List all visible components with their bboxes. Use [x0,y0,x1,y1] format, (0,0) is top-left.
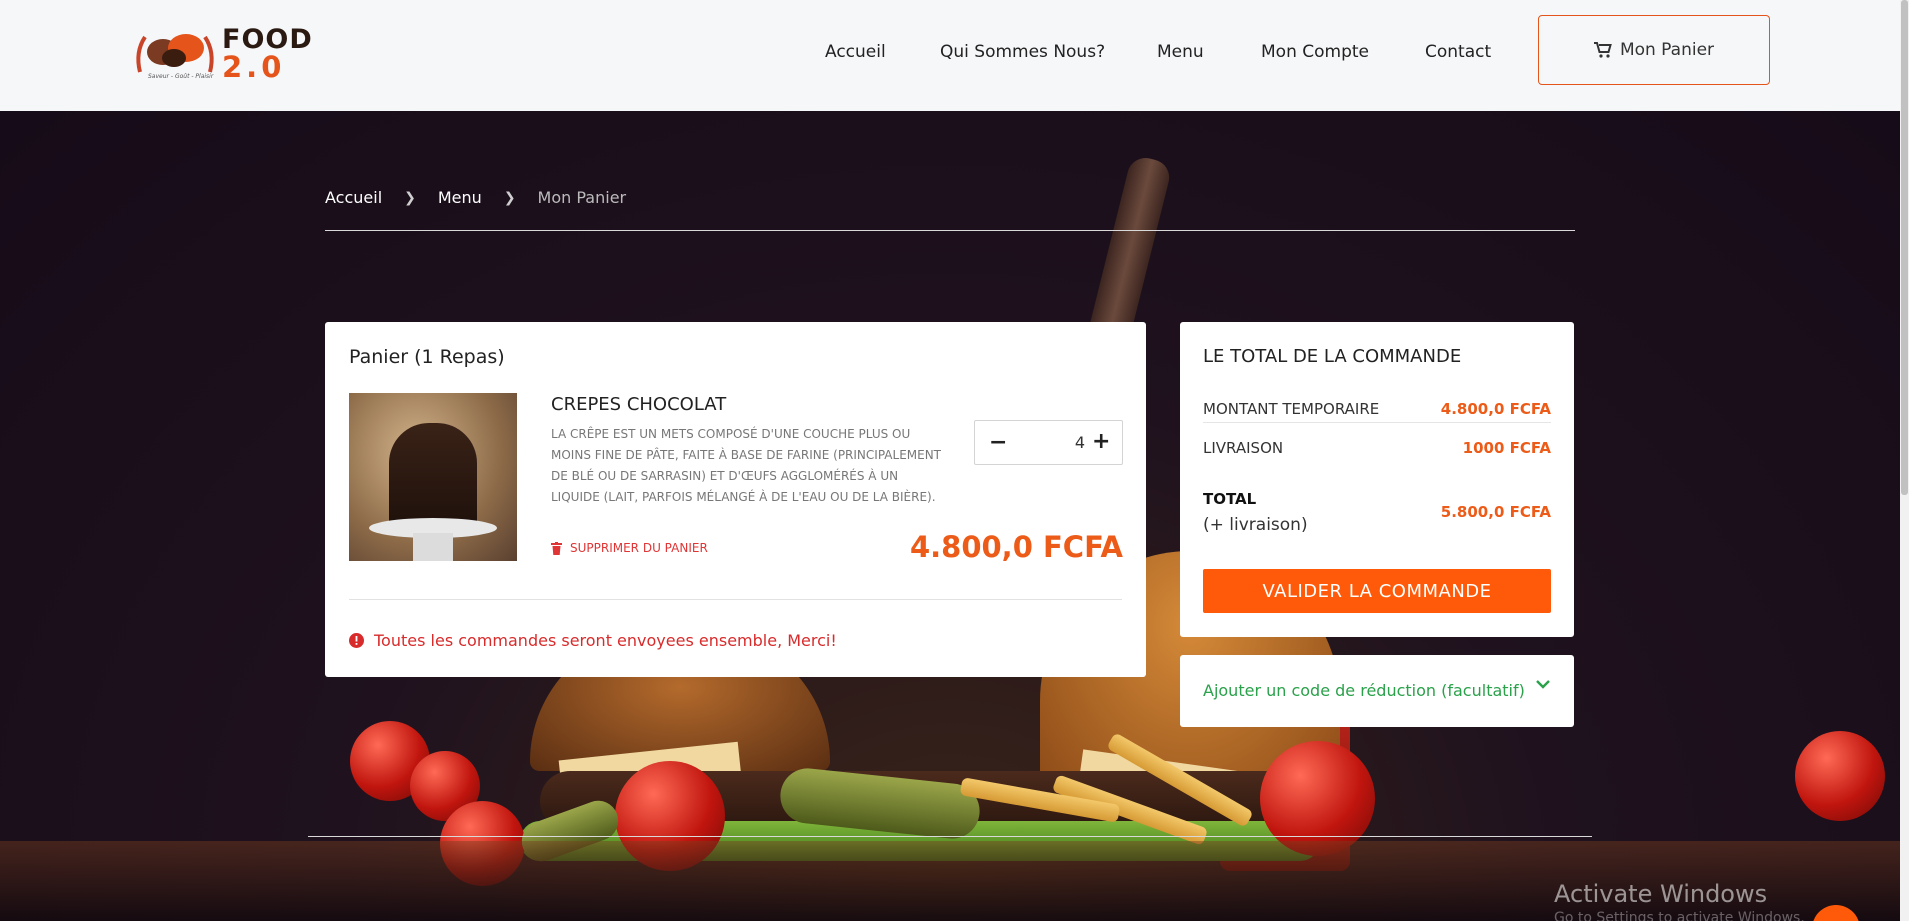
decrease-quantity-button[interactable]: − [989,430,1007,455]
footer-divider [308,836,1592,837]
subtotal-value: 4.800,0 FCFA [1440,400,1551,418]
page-scrollbar-thumb[interactable] [1901,0,1908,495]
order-summary-panel: Le total de la commande MONTANT TEMPORAI… [1180,322,1574,637]
validate-order-button[interactable]: Valider la commande [1203,569,1551,613]
promo-code-label: Ajouter un code de réduction (facultatif… [1203,681,1525,700]
brand-tagline: Saveur - Goût - Plaisir [148,73,214,80]
breadcrumb-current: Mon Panier [537,188,627,207]
product-price: 4.800,0 FCFA [909,530,1123,564]
cart-notice-text: Toutes les commandes seront envoyees ens… [374,631,837,650]
remove-from-cart-button[interactable]: Supprimer du panier [551,541,708,555]
delivery-label: LIVRAISON [1203,439,1284,457]
promo-code-toggle[interactable]: Ajouter un code de réduction (facultatif… [1180,655,1574,727]
nav-item-contact[interactable]: Contact [1425,42,1491,62]
nav-item-accueil[interactable]: Accueil [825,42,886,62]
header-cart-label: Mon Panier [1619,40,1715,60]
summary-divider [1203,422,1551,423]
quantity-value[interactable]: 4 [1055,433,1085,452]
tomato-illustration [1260,741,1375,856]
chevron-down-icon [1536,680,1550,689]
product-name: CREPES CHOCOLAT [551,394,727,415]
breadcrumb-link-accueil[interactable]: Accueil [325,188,382,207]
product-description: La crêpe est un mets composé d'une couch… [551,427,942,504]
delivery-value: 1000 FCFA [1462,439,1551,457]
nav-item-menu[interactable]: Menu [1157,42,1204,62]
trash-icon [551,541,562,555]
increase-quantity-button[interactable]: + [1092,429,1110,454]
product-image [349,393,517,561]
nav-item-qui-sommes-nous[interactable]: Qui Sommes Nous? [940,42,1105,62]
breadcrumb: Accueil ❯ Menu ❯ Mon Panier [325,188,626,207]
subtotal-label: MONTANT TEMPORAIRE [1203,400,1380,418]
cart-panel: Panier (1 Repas) CREPES CHOCOLAT La crêp… [325,322,1146,677]
breadcrumb-divider [325,230,1575,231]
cake-illustration [389,423,477,528]
total-label: TOTAL [1203,490,1257,508]
nav-item-mon-compte[interactable]: Mon Compte [1261,42,1369,62]
total-sublabel: (+ livraison) [1203,515,1308,535]
plate-stand-illustration [413,533,453,561]
cart-title: Panier (1 Repas) [349,346,505,368]
brand-logo[interactable]: FOOD 2.0 Saveur - Goût - Plaisir [130,20,312,84]
order-summary-title: Le total de la commande [1203,346,1462,367]
remove-from-cart-label: Supprimer du panier [570,541,708,555]
header-cart-button[interactable]: Mon Panier [1538,15,1770,85]
tomato-illustration [1795,731,1885,821]
chevron-right-icon: ❯ [503,189,516,206]
site-header: FOOD 2.0 Saveur - Goût - Plaisir Accueil… [0,0,1900,111]
shopping-cart-icon [1593,42,1612,58]
quantity-stepper: − 4 + [974,420,1123,465]
breadcrumb-link-menu[interactable]: Menu [438,188,482,207]
brand-name-bottom: 2.0 [222,50,286,84]
info-icon [349,633,364,648]
windows-activation-subtext: Go to Settings to activate Windows. [1554,910,1805,921]
cart-divider [349,599,1122,600]
windows-activation-watermark: Activate Windows [1554,880,1768,908]
cart-notice: Toutes les commandes seront envoyees ens… [349,631,837,650]
total-value: 5.800,0 FCFA [1440,503,1551,521]
chevron-right-icon: ❯ [404,189,416,206]
